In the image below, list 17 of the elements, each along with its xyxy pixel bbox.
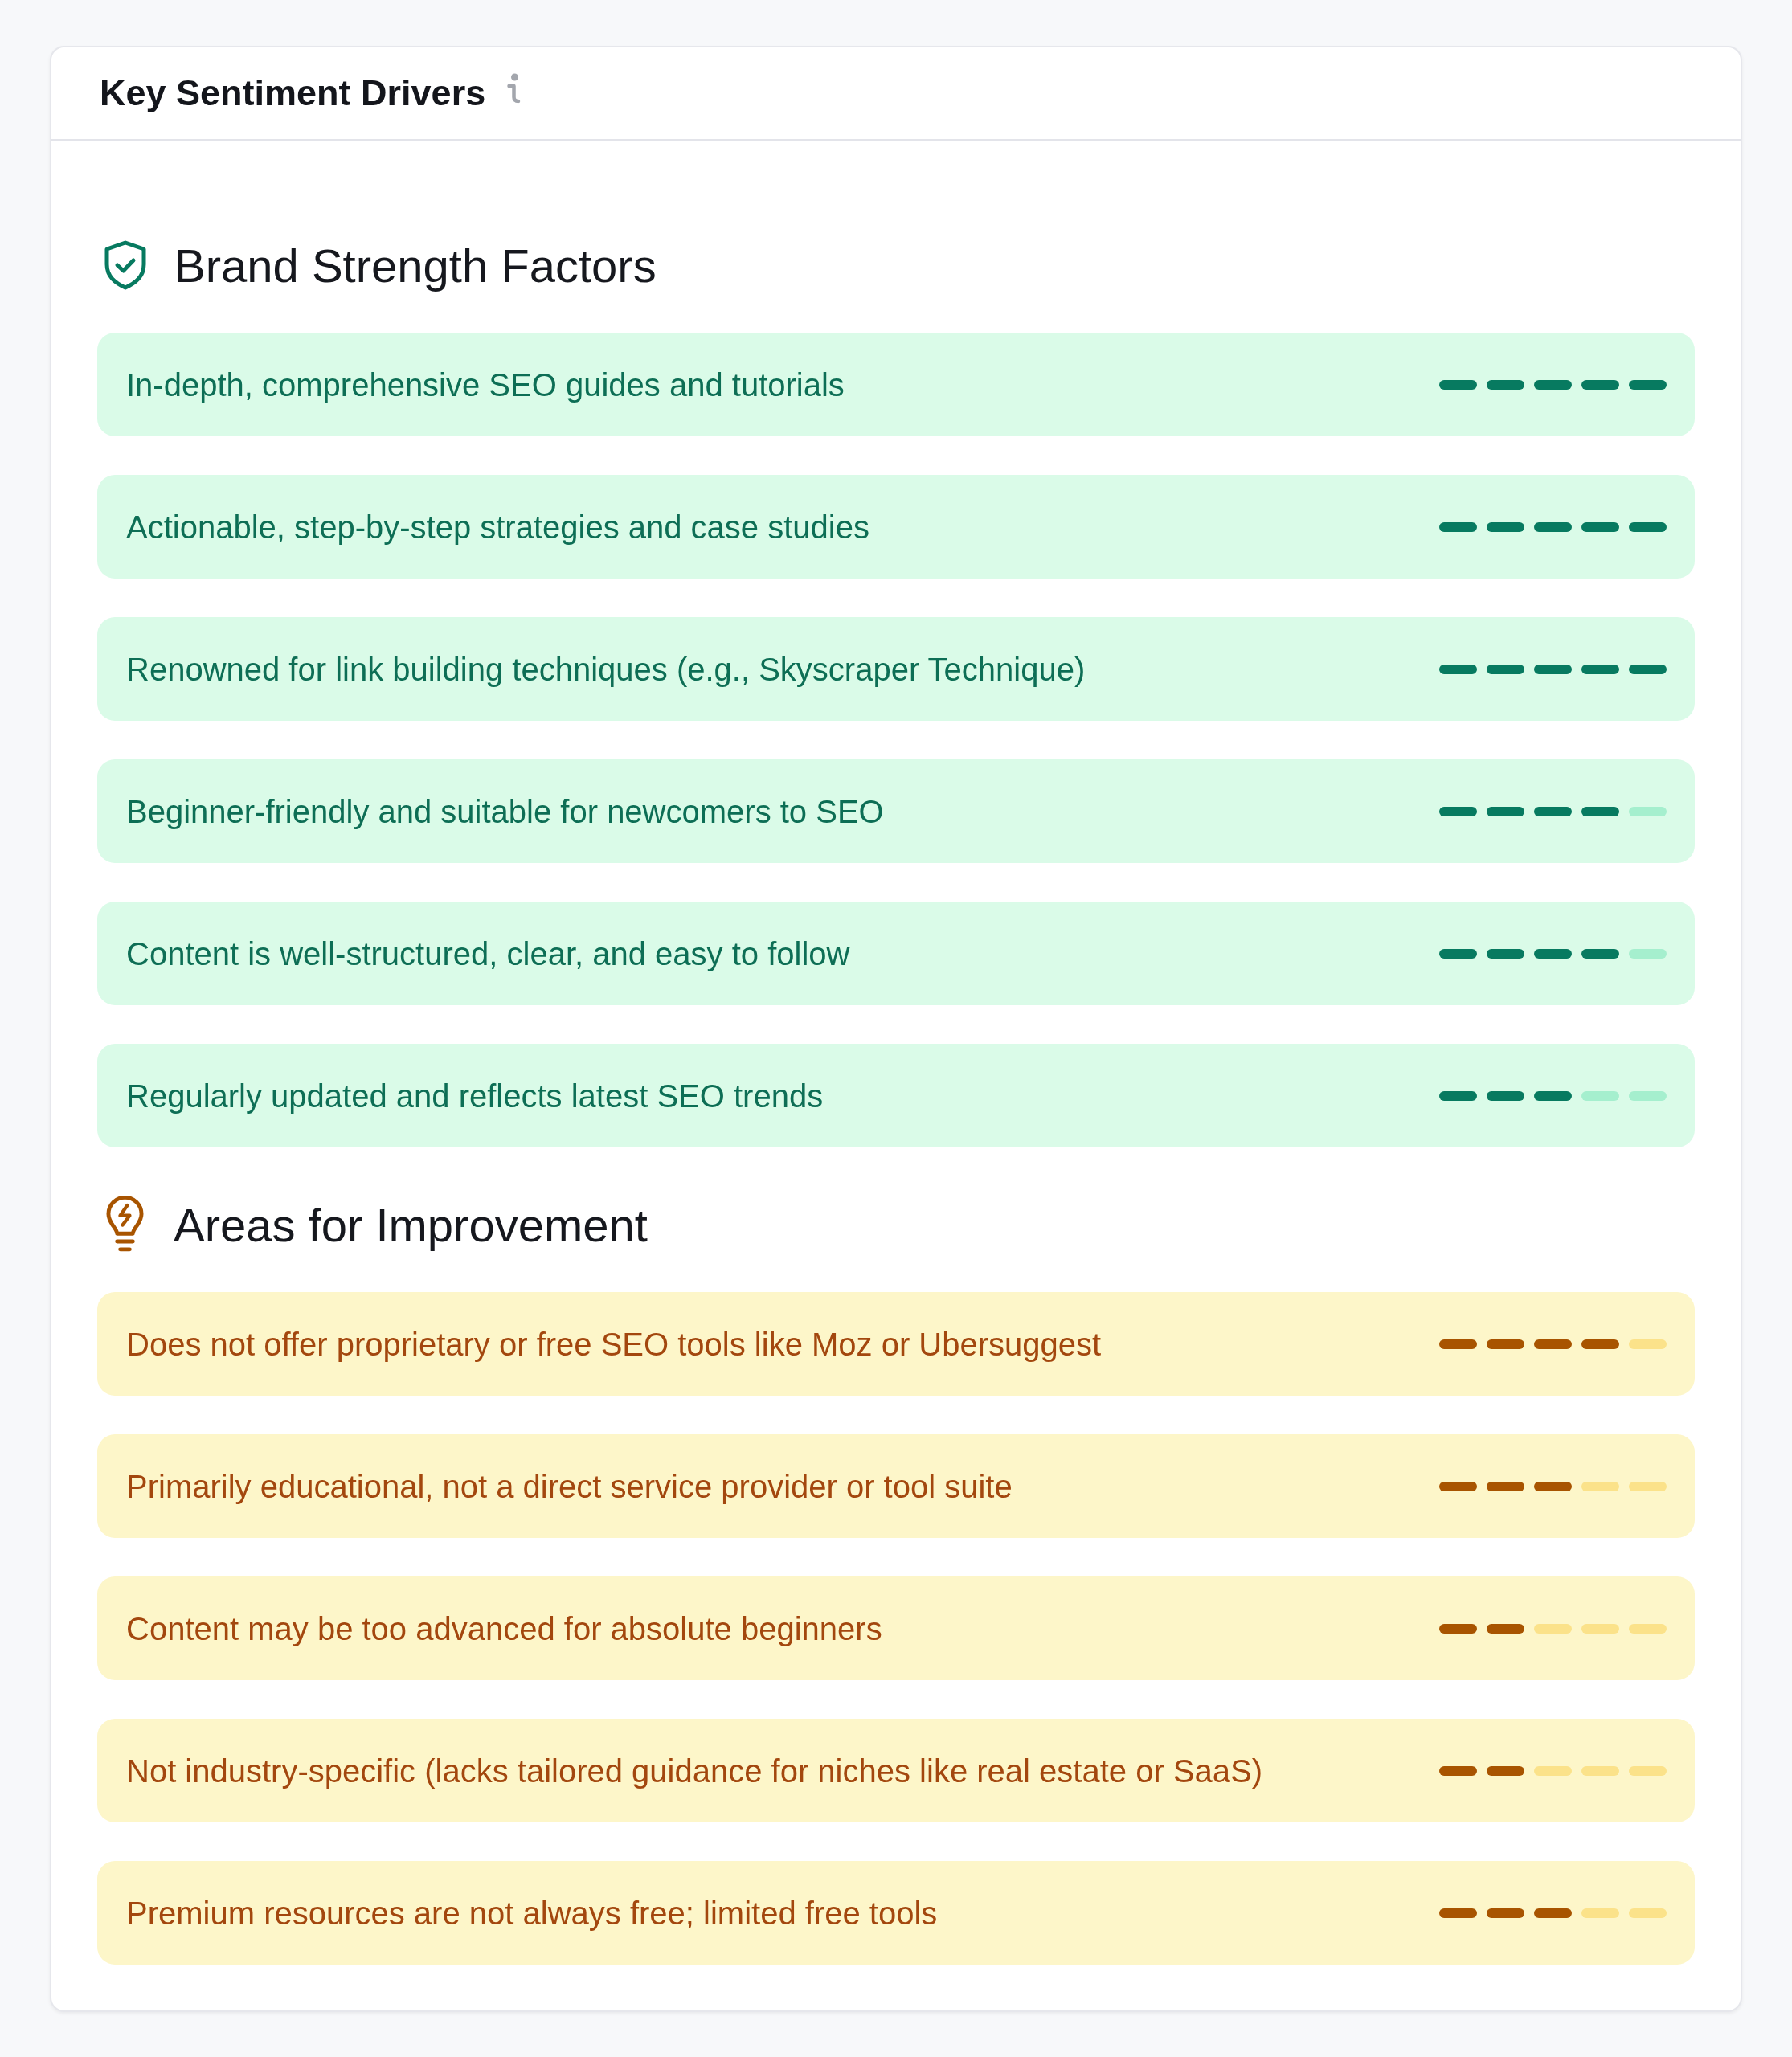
driver-label: Does not offer proprietary or free SEO tools like Moz or Ubersuggest: [126, 1325, 1103, 1364]
driver-label: Content may be too advanced for absolute beginners: [126, 1609, 883, 1648]
card-title: Key Sentiment Drivers: [100, 72, 486, 114]
driver-label: In-depth, comprehensive SEO guides and tutorials: [126, 366, 845, 404]
shield-check-icon: [104, 240, 147, 290]
driver-label: Beginner-friendly and suitable for newcomers to SEO: [126, 792, 885, 831]
driver-label: Actionable, step-by-step strategies and case studies: [126, 508, 870, 546]
section-heading: Areas for Improvement: [174, 1197, 648, 1252]
driver-label: Not industry-specific (lacks tailored guidance for niches like real estate or SaaS): [126, 1752, 1263, 1790]
driver-label: Regularly updated and reflects latest SEO trends: [126, 1077, 824, 1115]
driver-label: Premium resources are not always free; limited free tools: [126, 1894, 939, 1932]
driver-label: Content is well-structured, clear, and easy to follow: [126, 934, 851, 973]
lightbulb-icon: [106, 1196, 144, 1253]
driver-label: Renowned for link building techniques (e.g., Skyscraper Technique): [126, 650, 1086, 689]
driver-label: Primarily educational, not a direct service provider or tool suite: [126, 1467, 1013, 1506]
section-heading: Brand Strength Factors: [174, 238, 657, 292]
info-icon[interactable]: [506, 73, 522, 104]
